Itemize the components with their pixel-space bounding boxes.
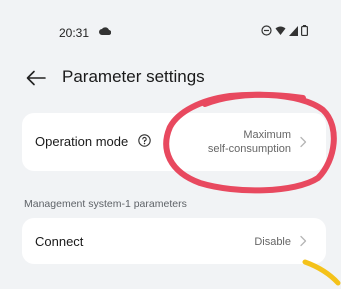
cloud-icon: [99, 27, 111, 35]
operation-mode-row[interactable]: Operation mode Maximum self-consumption: [22, 113, 326, 171]
connect-value: Disable: [254, 236, 291, 248]
chevron-right-icon: [300, 136, 307, 148]
battery-icon: [301, 25, 308, 36]
status-time: 20:31: [59, 26, 90, 40]
status-icons: [261, 25, 308, 36]
connect-row[interactable]: Connect Disable: [22, 218, 326, 264]
operation-mode-value-line1: Maximum: [243, 129, 291, 141]
back-button[interactable]: [24, 66, 48, 90]
chevron-right-icon: [300, 235, 307, 247]
page-title: Parameter settings: [62, 67, 205, 86]
section-header: Management system-1 parameters: [24, 198, 187, 210]
do-not-disturb-icon: [261, 25, 272, 36]
question-circle-icon[interactable]: [138, 134, 151, 147]
status-bar: 20:31: [0, 0, 341, 62]
operation-mode-value: Maximum self-consumption: [208, 128, 291, 156]
yellow-stroke-annotation: [302, 259, 341, 286]
arrow-left-icon: [26, 70, 46, 86]
signal-icon: [289, 25, 298, 36]
app-bar: Parameter settings: [0, 62, 341, 92]
wifi-icon: [275, 26, 286, 35]
operation-mode-label: Operation mode: [35, 134, 129, 149]
connect-label: Connect: [35, 234, 84, 249]
operation-mode-value-line2: self-consumption: [207, 143, 291, 155]
